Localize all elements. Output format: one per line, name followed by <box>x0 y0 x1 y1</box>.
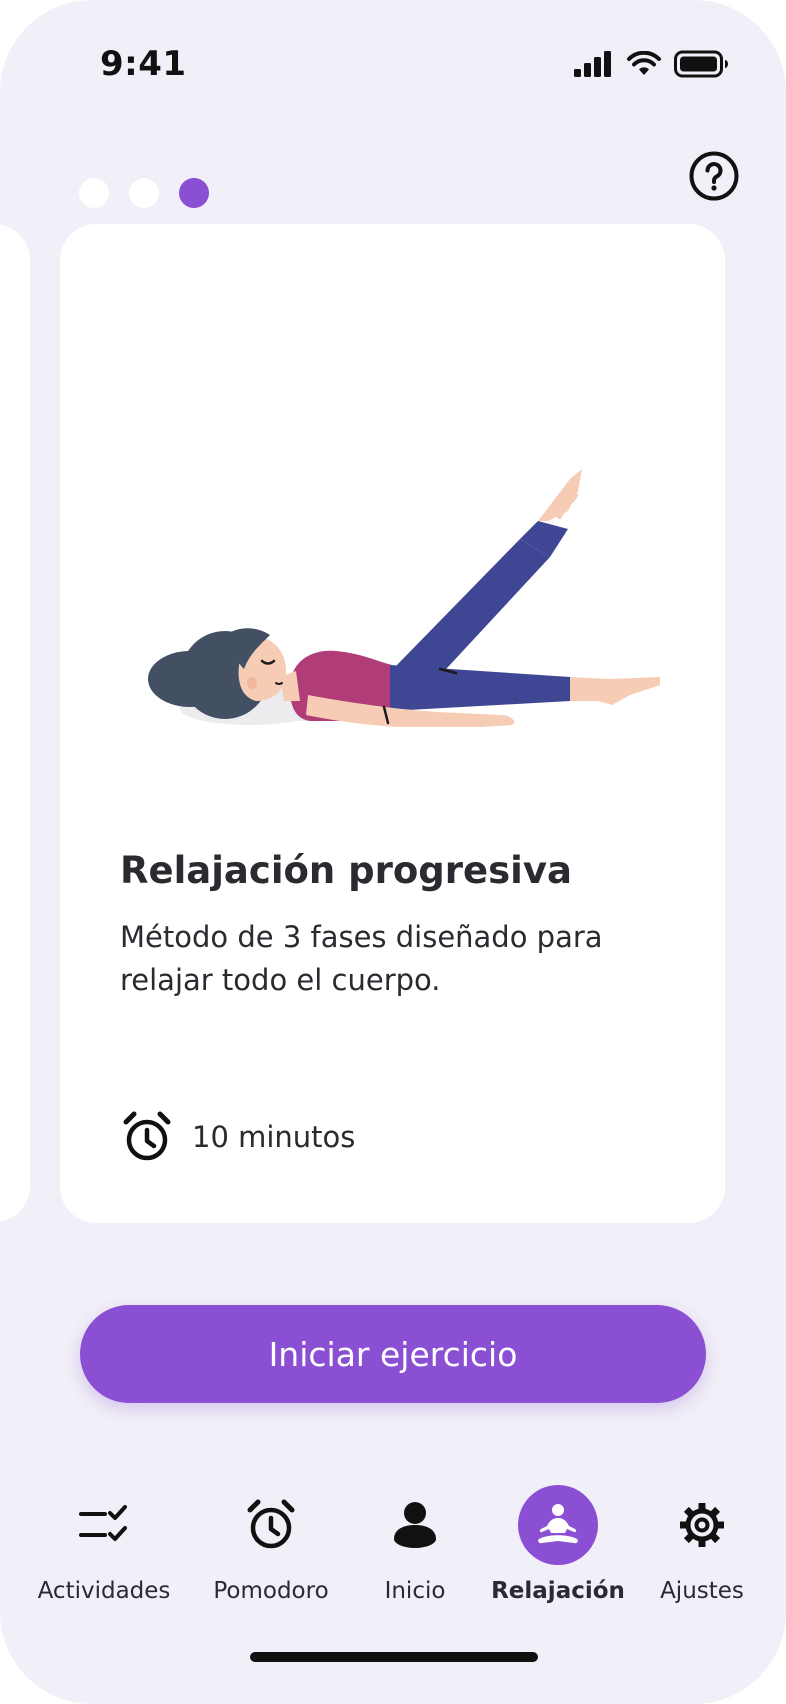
home-indicator[interactable] <box>250 1652 538 1662</box>
cellular-signal-icon <box>574 51 611 77</box>
duration-text: 10 minutos <box>192 1120 356 1154</box>
exercise-description: Método de 3 fases diseñado para relajar … <box>120 920 603 997</box>
nav-item-pomodoro[interactable]: Pomodoro <box>196 1480 346 1604</box>
status-time: 9:41 <box>100 44 187 84</box>
carousel-dot[interactable] <box>79 178 109 208</box>
nav-item-ajustes[interactable]: Ajustes <box>627 1480 777 1604</box>
phone-screen: 9:41 Relajación progresiva Método de 3 f… <box>0 0 786 1704</box>
nav-label: Relajación <box>491 1578 625 1604</box>
nav-label: Pomodoro <box>213 1578 329 1604</box>
help-button[interactable] <box>688 150 740 202</box>
exercise-duration: 10 minutos <box>120 1110 355 1164</box>
nav-active-indicator <box>518 1485 598 1565</box>
nav-item-inicio[interactable]: Inicio <box>340 1480 490 1604</box>
help-circle-icon <box>689 151 739 201</box>
previous-card[interactable] <box>0 224 30 1222</box>
exercise-title: Relajación progresiva <box>120 849 572 892</box>
carousel-indicator <box>79 178 209 208</box>
alarm-clock-icon <box>123 1111 171 1161</box>
nav-item-actividades[interactable]: Actividades <box>29 1480 179 1604</box>
carousel-dot-active[interactable] <box>179 178 209 208</box>
nav-label: Inicio <box>384 1578 446 1604</box>
start-exercise-button[interactable]: Iniciar ejercicio <box>80 1305 706 1403</box>
exercise-card[interactable]: Relajación progresiva Método de 3 fases … <box>60 224 725 1223</box>
battery-icon <box>674 50 728 78</box>
gear-icon <box>680 1503 724 1547</box>
user-icon <box>394 1502 436 1548</box>
nav-label: Ajustes <box>660 1578 744 1604</box>
nav-label: Actividades <box>37 1578 171 1604</box>
status-icons <box>574 50 730 78</box>
alarm-clock-icon <box>247 1499 295 1549</box>
carousel-dot[interactable] <box>129 178 159 208</box>
relaxation-illustration <box>148 469 660 727</box>
meditation-icon <box>538 1504 578 1544</box>
nav-item-relajacion[interactable]: Relajación <box>483 1480 633 1604</box>
checklist-icon <box>79 1505 127 1541</box>
wifi-icon <box>627 51 661 75</box>
